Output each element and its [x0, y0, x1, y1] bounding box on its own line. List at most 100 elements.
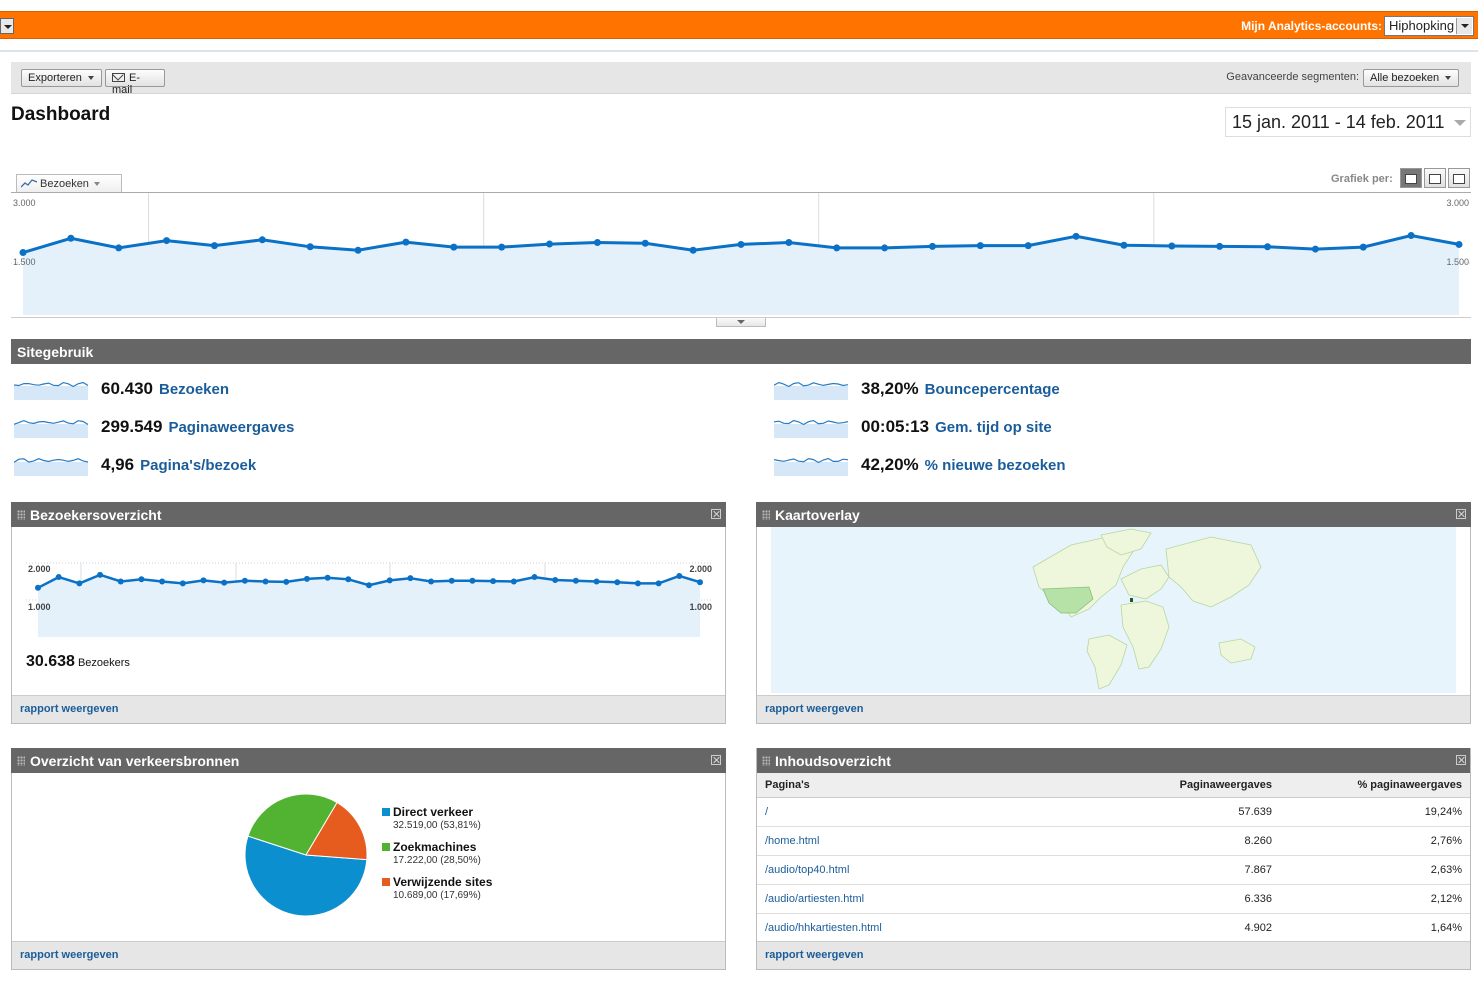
usage-metric[interactable]: 4,96 Pagina's/bezoek [14, 454, 614, 478]
page-link[interactable]: /audio/top40.html [757, 855, 1120, 885]
map-report-link[interactable]: rapport weergeven [757, 695, 1470, 723]
data-point[interactable] [258, 236, 266, 244]
data-point[interactable] [1072, 232, 1080, 240]
data-point[interactable] [448, 577, 455, 584]
data-point[interactable] [928, 242, 936, 250]
map-panel-header[interactable]: Kaartoverlay [756, 502, 1471, 527]
email-button[interactable]: E-mail [105, 69, 165, 96]
data-point[interactable] [366, 582, 372, 589]
visitors-report-link[interactable]: rapport weergeven [12, 695, 725, 723]
usage-metric-label[interactable]: Pagina's/bezoek [140, 457, 256, 474]
data-point[interactable] [1311, 245, 1319, 253]
data-point[interactable] [262, 578, 269, 585]
data-point[interactable] [450, 243, 458, 251]
usage-metric[interactable]: 42,20% % nieuwe bezoeken [774, 454, 1374, 478]
data-point[interactable] [283, 578, 290, 585]
usage-metric[interactable]: 38,20% Bouncepercentage [774, 378, 1374, 402]
data-point[interactable] [976, 242, 984, 250]
usage-metric[interactable]: 299.549 Paginaweergaves [14, 416, 614, 440]
data-point[interactable] [1216, 242, 1224, 250]
usage-metric-label[interactable]: % nieuwe bezoeken [925, 457, 1066, 474]
data-point[interactable] [833, 244, 841, 252]
graph-per-day-button[interactable] [1400, 168, 1422, 188]
data-point[interactable] [881, 244, 889, 252]
close-icon[interactable] [711, 509, 721, 519]
column-header-pageviews-percent[interactable]: % paginaweergaves [1280, 773, 1470, 798]
data-point[interactable] [593, 239, 601, 247]
date-range-picker[interactable]: 15 jan. 2011 - 14 feb. 2011 [1225, 107, 1471, 137]
drag-handle-icon[interactable] [17, 756, 25, 766]
data-point[interactable] [1359, 243, 1367, 251]
data-point[interactable] [306, 243, 314, 251]
page-link[interactable]: /audio/hhkartiesten.html [757, 913, 1120, 943]
usage-metric-label[interactable]: Paginaweergaves [168, 419, 294, 436]
data-point[interactable] [76, 580, 83, 587]
data-point[interactable] [469, 577, 476, 584]
world-map[interactable] [771, 527, 1456, 693]
usage-metric-label[interactable]: Bezoeken [159, 381, 229, 398]
data-point[interactable] [428, 578, 435, 585]
graph-per-week-button[interactable] [1424, 168, 1446, 188]
data-point[interactable] [785, 239, 793, 247]
chart-resize-handle[interactable] [716, 318, 766, 327]
data-point[interactable] [1455, 240, 1463, 248]
page-link[interactable]: /home.html [757, 826, 1120, 856]
data-point[interactable] [737, 240, 745, 248]
data-point[interactable] [1264, 243, 1272, 251]
data-point[interactable] [19, 249, 27, 257]
traffic-panel-header[interactable]: Overzicht van verkeersbronnen [11, 748, 726, 773]
data-point[interactable] [386, 577, 393, 584]
data-point[interactable] [546, 240, 554, 248]
data-point[interactable] [697, 579, 703, 586]
usage-metric[interactable]: 00:05:13 Gem. tijd op site [774, 416, 1374, 440]
data-point[interactable] [179, 580, 186, 587]
account-select[interactable]: Hiphopking [1384, 16, 1474, 36]
data-point[interactable] [303, 575, 310, 582]
data-point[interactable] [324, 574, 331, 581]
data-point[interactable] [115, 244, 123, 252]
data-point[interactable] [572, 577, 579, 584]
usage-metric[interactable]: 60.430 Bezoeken [14, 378, 614, 402]
column-header-pages[interactable]: Pagina's [757, 773, 1120, 798]
data-point[interactable] [676, 572, 683, 579]
data-point[interactable] [138, 576, 145, 583]
drag-handle-icon[interactable] [17, 510, 25, 520]
data-point[interactable] [510, 578, 517, 585]
graph-per-month-button[interactable] [1448, 168, 1470, 188]
data-point[interactable] [655, 580, 662, 587]
data-point[interactable] [593, 578, 600, 585]
metric-selector[interactable]: Bezoeken [16, 174, 122, 193]
export-button[interactable]: Exporteren [21, 69, 102, 87]
data-point[interactable] [35, 584, 41, 591]
data-point[interactable] [531, 574, 538, 581]
data-point[interactable] [1120, 241, 1128, 249]
data-point[interactable] [241, 577, 248, 584]
data-point[interactable] [407, 575, 414, 582]
data-point[interactable] [1168, 242, 1176, 250]
close-icon[interactable] [711, 755, 721, 765]
segment-select[interactable]: Alle bezoeken [1363, 69, 1459, 87]
data-point[interactable] [55, 574, 62, 581]
data-point[interactable] [67, 234, 75, 242]
visitors-panel-header[interactable]: Bezoekersoverzicht [11, 502, 726, 527]
traffic-report-link[interactable]: rapport weergeven [12, 941, 725, 969]
data-point[interactable] [402, 238, 410, 246]
data-point[interactable] [490, 578, 497, 585]
data-point[interactable] [345, 576, 352, 583]
page-link[interactable]: /audio/artiesten.html [757, 884, 1120, 914]
data-point[interactable] [498, 243, 506, 251]
data-point[interactable] [689, 246, 697, 254]
data-point[interactable] [641, 239, 649, 247]
data-point[interactable] [163, 237, 171, 245]
data-point[interactable] [552, 577, 559, 584]
drag-handle-icon[interactable] [762, 510, 770, 520]
data-point[interactable] [210, 242, 218, 250]
data-point[interactable] [221, 579, 228, 586]
menu-dropdown-button[interactable] [0, 18, 14, 34]
data-point[interactable] [614, 579, 621, 586]
data-point[interactable] [97, 571, 104, 578]
data-point[interactable] [1407, 232, 1415, 240]
close-icon[interactable] [1456, 509, 1466, 519]
data-point[interactable] [200, 577, 207, 584]
data-point[interactable] [354, 246, 362, 254]
